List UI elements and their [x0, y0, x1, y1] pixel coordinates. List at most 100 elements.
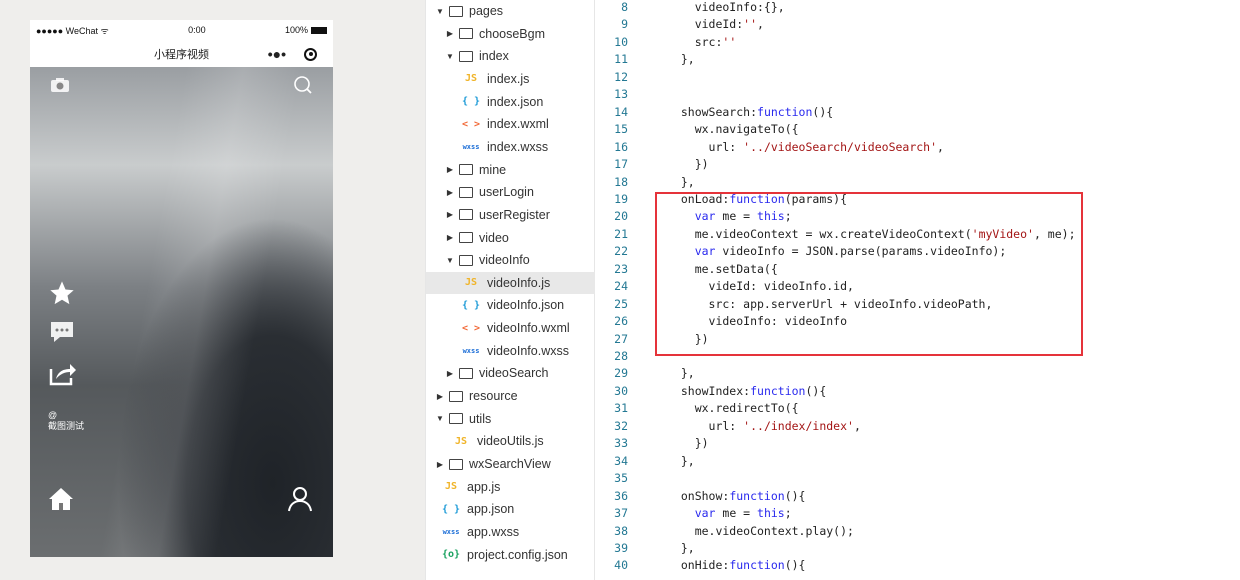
video-author[interactable]: @ 截图测试: [48, 410, 84, 432]
code-line[interactable]: me.videoContext.play();: [667, 523, 854, 541]
line-number: 21: [614, 226, 628, 241]
user-icon[interactable]: [286, 485, 314, 513]
caret-right-icon[interactable]: ▶: [445, 369, 455, 378]
code-token: wx.redirectTo({: [667, 401, 799, 416]
caret-right-icon[interactable]: ▶: [445, 233, 455, 242]
code-line[interactable]: wx.navigateTo({: [667, 121, 799, 139]
caret-down-icon[interactable]: ▼: [445, 256, 455, 265]
line-number: 40: [614, 558, 628, 573]
code-line[interactable]: onHide:function(){: [667, 557, 806, 575]
js-file-icon: JS: [464, 277, 478, 289]
code-token: (){: [784, 558, 806, 573]
tree-folder[interactable]: ▶ video: [426, 227, 595, 249]
code-line[interactable]: },: [667, 540, 695, 558]
caret-right-icon[interactable]: ▶: [445, 165, 455, 174]
code-line[interactable]: src:'': [667, 34, 737, 52]
caret-right-icon[interactable]: ▶: [445, 188, 455, 197]
tree-file[interactable]: { } videoInfo.json: [426, 294, 595, 316]
line-number: 29: [614, 366, 628, 381]
tree-file[interactable]: < > videoInfo.wxml: [426, 317, 595, 339]
tree-folder[interactable]: ▶ resource: [426, 385, 595, 407]
home-icon[interactable]: [48, 487, 74, 511]
tree-item-label: project.config.json: [467, 547, 568, 562]
folder-icon: [449, 390, 463, 402]
tree-file[interactable]: { } index.json: [426, 91, 595, 113]
tree-folder[interactable]: ▼ videoInfo: [426, 249, 595, 271]
caret-down-icon[interactable]: ▼: [435, 414, 445, 423]
caret-down-icon[interactable]: ▼: [445, 52, 455, 61]
tree-folder[interactable]: ▶ userRegister: [426, 204, 595, 226]
tree-item-label: index.wxml: [487, 117, 549, 132]
folder-open-icon: [459, 50, 473, 62]
code-token: wx.navigateTo({: [667, 122, 799, 137]
line-number: 28: [614, 349, 628, 363]
battery-icon: [310, 27, 327, 35]
star-icon[interactable]: [48, 279, 76, 307]
tree-file[interactable]: JS videoInfo.js: [426, 271, 595, 294]
folder-open-icon: [449, 413, 463, 425]
code-token: (){: [784, 488, 806, 503]
tree-folder[interactable]: ▼ utils: [426, 408, 595, 430]
caret-right-icon[interactable]: ▶: [445, 210, 455, 219]
tree-folder[interactable]: ▶ videoSearch: [426, 362, 595, 384]
caret-right-icon[interactable]: ▶: [445, 29, 455, 38]
camera-icon[interactable]: [50, 77, 70, 93]
caret-right-icon[interactable]: ▶: [435, 460, 445, 469]
code-line[interactable]: url: '../index/index',: [667, 418, 861, 436]
more-icon[interactable]: •●•: [268, 46, 286, 62]
tree-folder[interactable]: ▶ chooseBgm: [426, 23, 595, 45]
code-token: showIndex:: [667, 383, 751, 398]
code-line[interactable]: },: [667, 51, 695, 69]
code-line[interactable]: var me = this;: [667, 505, 792, 523]
search-icon[interactable]: [293, 75, 313, 95]
code-line[interactable]: onShow:function(){: [667, 488, 806, 506]
tree-file[interactable]: wxss videoInfo.wxss: [426, 340, 595, 362]
line-number: 9: [621, 17, 628, 32]
code-line[interactable]: }): [667, 435, 709, 453]
tree-item-label: videoInfo.js: [487, 275, 551, 290]
code-token: ,: [937, 139, 944, 154]
json-file-icon: { }: [441, 503, 461, 515]
tree-folder[interactable]: ▶ mine: [426, 159, 595, 181]
code-line[interactable]: videoInfo:{},: [667, 0, 785, 17]
code-token: ,: [757, 17, 764, 32]
tree-item-label: videoInfo: [479, 253, 530, 268]
close-capsule-icon[interactable]: [304, 47, 317, 61]
tree-folder[interactable]: ▼ index: [426, 45, 595, 67]
tree-file[interactable]: wxss app.wxss: [426, 521, 595, 543]
code-line[interactable]: },: [667, 174, 695, 192]
tree-folder[interactable]: ▶ wxSearchView: [426, 453, 595, 475]
code-token: videoInfo:{},: [667, 0, 785, 14]
line-number: 36: [614, 488, 628, 503]
tree-file[interactable]: wxss index.wxss: [426, 136, 595, 158]
code-line[interactable]: showSearch:function(){: [667, 104, 833, 122]
tree-file[interactable]: JS app.js: [426, 476, 595, 498]
code-line[interactable]: videId:'',: [667, 16, 764, 34]
code-line[interactable]: showIndex:function(){: [667, 383, 826, 401]
tree-file[interactable]: < > index.wxml: [426, 113, 595, 135]
line-number: 27: [614, 331, 628, 346]
code-line[interactable]: wx.redirectTo({: [667, 400, 799, 418]
tree-item-label: video: [479, 230, 509, 245]
line-number: 23: [614, 261, 628, 276]
code-line[interactable]: url: '../videoSearch/videoSearch',: [667, 139, 944, 157]
tree-folder[interactable]: ▶ userLogin: [426, 181, 595, 203]
code-line[interactable]: },: [667, 365, 695, 383]
code-line[interactable]: }): [667, 156, 709, 174]
tree-file[interactable]: JS index.js: [426, 68, 595, 90]
tree-item-label: resource: [469, 389, 518, 404]
code-line[interactable]: },: [667, 453, 695, 471]
tree-item-label: index.wxss: [487, 139, 549, 154]
tree-file[interactable]: { } app.json: [426, 498, 595, 520]
wxss-file-icon: wxss: [442, 527, 460, 536]
share-icon[interactable]: [48, 359, 78, 387]
tree-file[interactable]: {o} project.config.json: [426, 544, 595, 566]
tree-folder[interactable]: ▼ pages: [426, 0, 595, 22]
caret-right-icon[interactable]: ▶: [435, 392, 445, 401]
video-player[interactable]: @ 截图测试: [30, 67, 333, 557]
comment-icon[interactable]: [48, 320, 76, 344]
line-number: 35: [614, 471, 628, 486]
tree-file[interactable]: JS videoUtils.js: [426, 430, 595, 452]
caret-down-icon[interactable]: ▼: [435, 7, 445, 16]
